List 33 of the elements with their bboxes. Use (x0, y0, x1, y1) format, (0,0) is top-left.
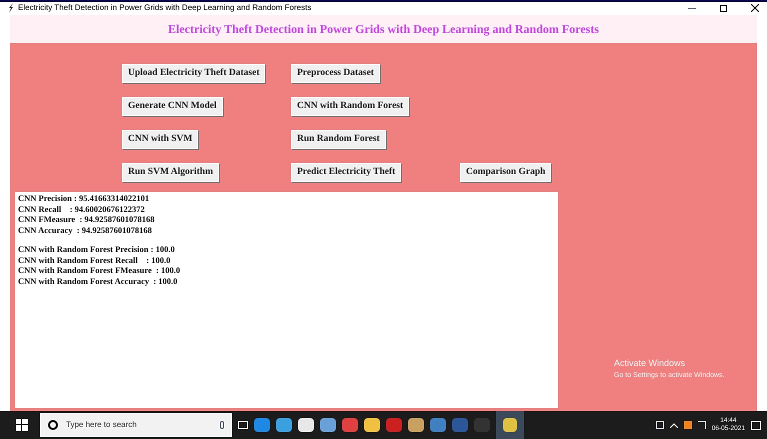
app-heading: Electricity Theft Detection in Power Grids with Deep Learning and Random Forests (168, 21, 599, 38)
action-button[interactable]: Generate CNN Model (122, 96, 223, 116)
result-line: CNN Precision : 95.41663314022101 (18, 193, 150, 204)
result-line: CNN with Random Forest Recall : 100.0 (18, 254, 172, 266)
tray-icon[interactable] (684, 421, 692, 429)
feather-icon (8, 3, 14, 14)
result-line: CNN with Random Forest FMeasure : 100.0 (18, 265, 182, 276)
minimize-icon[interactable] (688, 8, 696, 9)
search-field[interactable]: Type here to search (40, 413, 232, 437)
action-button[interactable]: Run Random Forest (291, 130, 386, 149)
action-button[interactable]: Upload Electricity Theft Dataset (122, 64, 266, 83)
task-view-icon[interactable] (238, 421, 248, 429)
action-button[interactable]: Preprocess Dataset (291, 64, 380, 83)
result-line: CNN FMeasure : 94.92587601078168 (18, 214, 156, 225)
output-text-area[interactable] (15, 192, 558, 408)
microphone-icon (220, 421, 224, 429)
action-button[interactable]: Comparison Graph (460, 162, 552, 182)
action-button[interactable]: Predict Electricity Theft (291, 162, 402, 182)
action-button[interactable]: Run SVM Algorithm (122, 162, 219, 182)
action-button[interactable]: CNN with Random Forest (291, 96, 410, 116)
action-button[interactable]: CNN with SVM (122, 130, 198, 149)
result-line: CNN with Random Forest Precision : 100.0 (18, 244, 176, 255)
notification-icon[interactable] (751, 420, 761, 430)
chevron-up-icon[interactable] (670, 422, 678, 428)
tray-icon[interactable] (656, 421, 664, 429)
result-line: CNN Accuracy : 94.92587601078168 (18, 224, 153, 236)
restore-icon[interactable] (720, 4, 727, 12)
start-icon[interactable] (16, 419, 28, 431)
result-line: CNN Recall : 94.60020676122372 (18, 204, 146, 214)
window-title: Electricity Theft Detection in Power Grids with Deep Learning and Random Forests (18, 2, 312, 14)
result-line: CNN with Random Forest Accuracy : 100.0 (18, 276, 178, 286)
close-icon[interactable] (751, 4, 759, 12)
activation-title: Activate Windows (614, 357, 686, 370)
